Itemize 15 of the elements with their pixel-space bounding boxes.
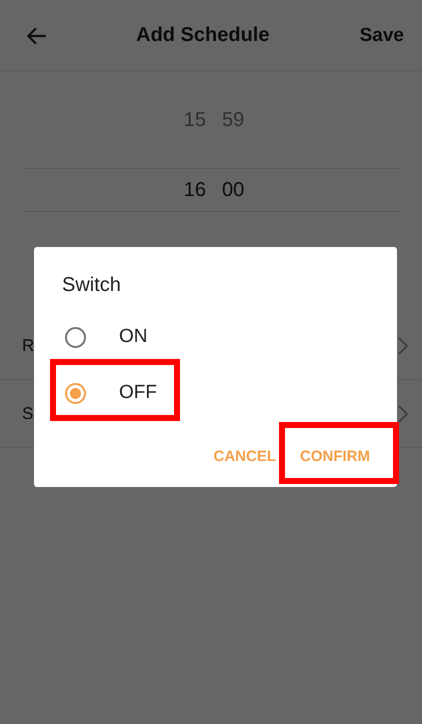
screen-title: Add Schedule bbox=[135, 24, 270, 47]
save-button[interactable]: Save bbox=[356, 20, 408, 50]
chevron-right-icon[interactable] bbox=[398, 404, 408, 422]
dialog-title: Switch bbox=[62, 273, 121, 297]
radio-option[interactable]: OFF bbox=[56, 365, 174, 421]
radio-option[interactable]: ON bbox=[56, 309, 174, 365]
minute-value[interactable]: 00 bbox=[216, 178, 400, 202]
radio-icon[interactable] bbox=[65, 382, 86, 404]
dialog-button[interactable]: CANCEL bbox=[208, 436, 282, 476]
radio-icon[interactable] bbox=[65, 326, 86, 348]
setting-label: S bbox=[22, 404, 34, 424]
chevron-right-icon[interactable] bbox=[398, 336, 408, 354]
setting-label: R bbox=[22, 336, 34, 356]
hour-value[interactable]: 16 bbox=[22, 178, 216, 202]
dialog-button[interactable]: CONFIRM bbox=[294, 436, 376, 476]
